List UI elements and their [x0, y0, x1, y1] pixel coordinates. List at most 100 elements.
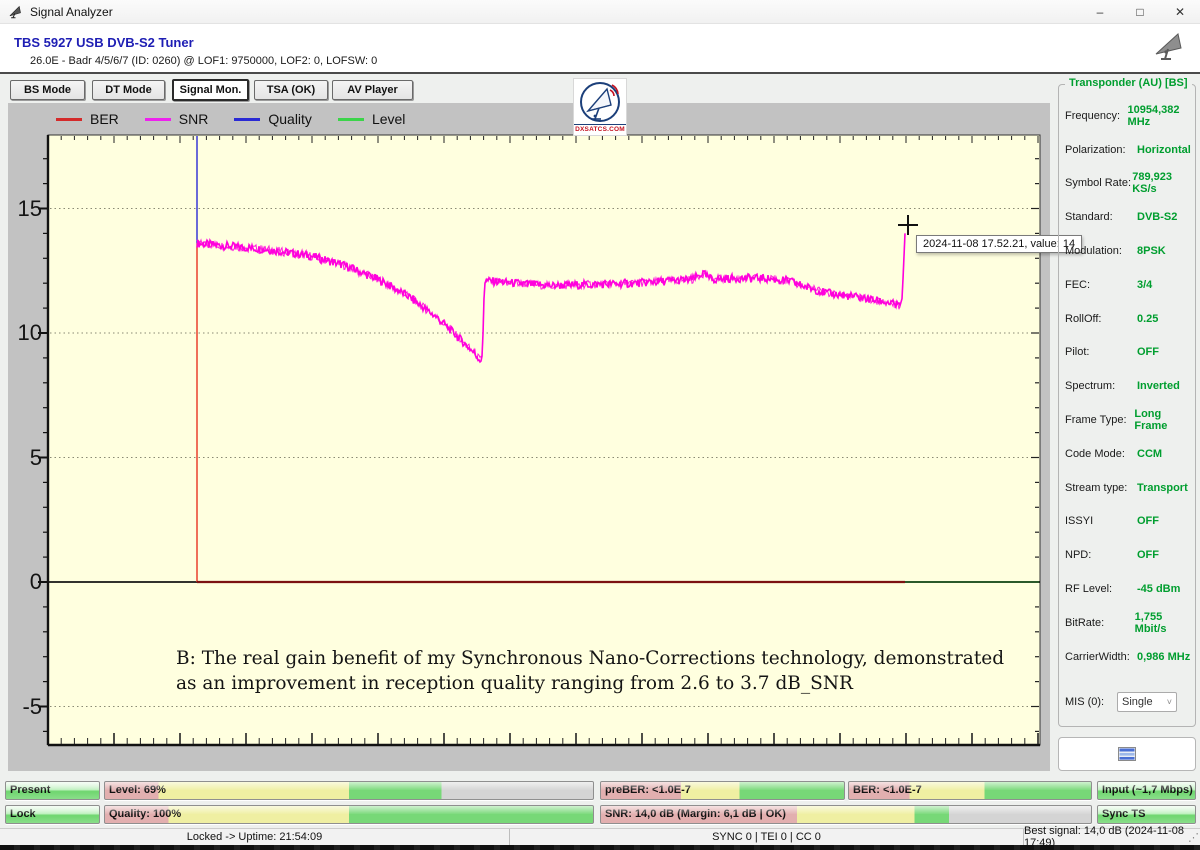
maximize-button[interactable]: □ — [1120, 0, 1160, 24]
ber-meter: BER: <1.0E-7 — [848, 781, 1092, 800]
title-bar: Signal Analyzer – □ ✕ — [0, 0, 1200, 24]
field-label: RollOff: — [1065, 313, 1137, 325]
transponder-field-row: Stream type:Transport — [1059, 471, 1195, 505]
tuning-info: 26.0E - Badr 4/5/6/7 (ID: 0260) @ LOF1: … — [30, 55, 377, 67]
transponder-field-row: Frame Type:Long Frame — [1059, 403, 1195, 437]
transponder-field-row: ISSYIOFF — [1059, 505, 1195, 539]
y-axis-tick-label: 10 — [8, 320, 42, 346]
field-value: OFF — [1137, 515, 1159, 527]
tab-signal-mon[interactable]: Signal Mon. — [172, 79, 249, 101]
field-label: RF Level: — [1065, 583, 1137, 595]
signal-analyzer-window: Signal Analyzer – □ ✕ TBS 5927 USB DVB-S… — [0, 0, 1200, 850]
level-meter: Level: 69% — [104, 781, 594, 800]
y-axis-tick-label: 15 — [8, 196, 42, 222]
transponder-field-row: CarrierWidth:0,986 MHz — [1059, 640, 1195, 674]
header-divider — [0, 72, 1200, 74]
resize-grip[interactable]: ⋰ — [1188, 831, 1198, 844]
transponder-field-row: Symbol Rate:789,923 KS/s — [1059, 167, 1195, 201]
minimize-button[interactable]: – — [1080, 0, 1120, 24]
field-label: CarrierWidth: — [1065, 651, 1137, 663]
field-value: CCM — [1137, 448, 1162, 460]
field-value: Long Frame — [1134, 408, 1195, 432]
transponder-field-row: Frequency:10954,382 MHz — [1059, 99, 1195, 133]
transponder-field-row: FEC:3/4 — [1059, 268, 1195, 302]
dxsatcs-logo-caption: DXSATCS.COM — [574, 124, 626, 133]
field-value: 789,923 KS/s — [1132, 171, 1195, 195]
field-value: -45 dBm — [1137, 583, 1180, 595]
tab-tsa[interactable]: TSA (OK) — [254, 80, 328, 100]
field-label: Code Mode: — [1065, 448, 1137, 460]
transponder-field-row: BitRate:1,755 Mbit/s — [1059, 606, 1195, 640]
tab-bs-mode[interactable]: BS Mode — [10, 80, 85, 100]
transponder-groupbox: Transponder (AU) [BS] Frequency:10954,38… — [1058, 84, 1196, 727]
mis-label: MIS (0): — [1065, 696, 1117, 708]
field-label: Stream type: — [1065, 482, 1137, 494]
field-value: 10954,382 MHz — [1128, 104, 1195, 128]
dxsatcs-logo: DXSATCS.COM — [573, 78, 627, 136]
field-label: Pilot: — [1065, 346, 1137, 358]
transponder-field-row: Modulation:8PSK — [1059, 234, 1195, 268]
field-value: Inverted — [1137, 380, 1180, 392]
field-value: 0,986 MHz — [1137, 651, 1190, 663]
input-indicator: Input (~1,7 Mbps) — [1097, 781, 1196, 800]
field-label: Spectrum: — [1065, 380, 1137, 392]
transponder-rows: Frequency:10954,382 MHzPolarization:Hori… — [1059, 99, 1195, 674]
transponder-title: Transponder (AU) [BS] — [1065, 77, 1192, 89]
field-label: Symbol Rate: — [1065, 177, 1132, 189]
field-label: Frame Type: — [1065, 414, 1134, 426]
field-value: 0.25 — [1137, 313, 1158, 325]
app-dish-icon — [8, 4, 23, 19]
field-value: 1,755 Mbit/s — [1135, 611, 1195, 635]
status-uptime: Locked -> Uptime: 21:54:09 — [0, 829, 510, 845]
chart-annotation: B: The real gain benefit of my Synchrono… — [176, 646, 1006, 696]
annotation-line-2: as an improvement in reception quality r… — [176, 671, 1006, 696]
crosshair-cursor — [898, 215, 918, 235]
header: TBS 5927 USB DVB-S2 Tuner 26.0E - Badr 4… — [0, 24, 1200, 72]
lock-indicator: Lock — [5, 805, 100, 824]
mis-selected-value: Single — [1122, 696, 1153, 708]
status-bar: Locked -> Uptime: 21:54:09 SYNC 0 | TEI … — [0, 828, 1200, 845]
field-label: ISSYI — [1065, 515, 1137, 527]
list-icon — [1118, 747, 1136, 761]
field-label: Modulation: — [1065, 245, 1137, 257]
background-window-strip — [0, 845, 1200, 850]
transponder-field-row: Code Mode:CCM — [1059, 437, 1195, 471]
transponder-field-row: RollOff:0.25 — [1059, 302, 1195, 336]
transponder-field-row: Polarization:Horizontal — [1059, 133, 1195, 167]
status-best-signal: Best signal: 14,0 dB (2024-11-08 17:49) — [1024, 829, 1186, 845]
transponder-field-row: NPD:OFF — [1059, 538, 1195, 572]
stream-list-button[interactable] — [1058, 737, 1196, 771]
y-axis-tick-label: 0 — [8, 569, 42, 595]
satellite-dish-icon — [1152, 30, 1186, 62]
field-value: 8PSK — [1137, 245, 1166, 257]
transponder-field-row: RF Level:-45 dBm — [1059, 572, 1195, 606]
snr-meter: SNR: 14,0 dB (Margin: 6,1 dB | OK) — [600, 805, 1092, 824]
device-title: TBS 5927 USB DVB-S2 Tuner — [14, 35, 194, 50]
field-label: NPD: — [1065, 549, 1137, 561]
dxsatcs-logo-icon — [574, 80, 626, 124]
field-label: Standard: — [1065, 211, 1137, 223]
field-label: Frequency: — [1065, 110, 1128, 122]
tab-dt-mode[interactable]: DT Mode — [92, 80, 165, 100]
mis-row: MIS (0): Single ˅ — [1065, 691, 1191, 713]
present-indicator: Present — [5, 781, 100, 800]
transponder-field-row: Standard:DVB-S2 — [1059, 200, 1195, 234]
close-button[interactable]: ✕ — [1160, 0, 1200, 24]
status-sync: SYNC 0 | TEI 0 | CC 0 — [510, 829, 1024, 845]
preber-meter: preBER: <1.0E-7 — [600, 781, 845, 800]
y-axis-tick-label: 5 — [8, 445, 42, 471]
field-label: BitRate: — [1065, 617, 1135, 629]
mis-dropdown[interactable]: Single ˅ — [1117, 692, 1177, 712]
chevron-down-icon: ˅ — [1167, 697, 1172, 707]
y-axis-tick-label: -5 — [8, 694, 42, 720]
transponder-field-row: Spectrum:Inverted — [1059, 369, 1195, 403]
field-value: Transport — [1137, 482, 1188, 494]
syncts-indicator: Sync TS — [1097, 805, 1196, 824]
field-value: Horizontal — [1137, 144, 1191, 156]
tab-av-player[interactable]: AV Player — [332, 80, 413, 100]
transponder-field-row: Pilot:OFF — [1059, 336, 1195, 370]
chart-panel: BERSNRQualityLevel 151050-5 B: The real … — [8, 103, 1050, 771]
field-value: OFF — [1137, 549, 1159, 561]
field-label: FEC: — [1065, 279, 1137, 291]
window-title: Signal Analyzer — [30, 5, 113, 19]
